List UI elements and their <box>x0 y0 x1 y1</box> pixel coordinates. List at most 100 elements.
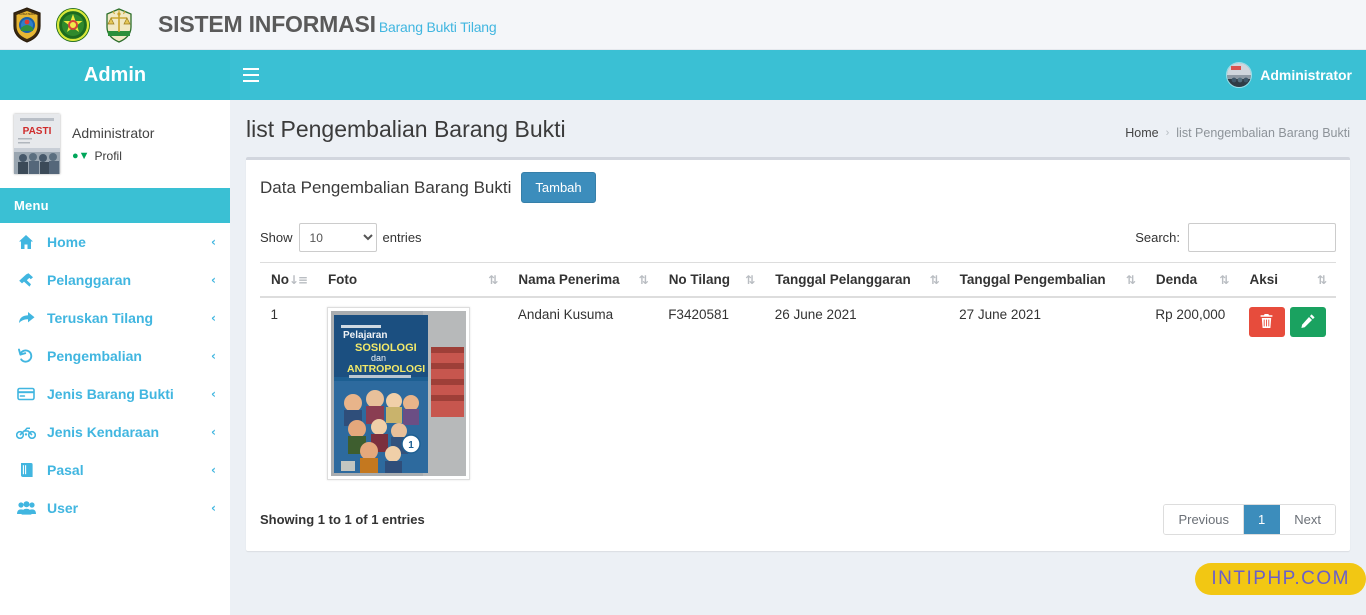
sort-icon: ⇅ <box>1316 272 1327 287</box>
users-icon <box>16 501 36 515</box>
sidebar-item-pelanggaran[interactable]: Pelanggaran ‹ <box>0 261 230 299</box>
breadcrumb: Home › list Pengembalian Barang Bukti <box>1125 126 1350 140</box>
sidebar-profile-link[interactable]: ●▼ Profil <box>72 149 154 163</box>
breadcrumb-home[interactable]: Home <box>1125 126 1158 140</box>
box-body: Show 10 25 50 100 entries Search: <box>246 211 1350 551</box>
entries-label: entries <box>382 230 422 245</box>
add-button[interactable]: Tambah <box>521 172 596 203</box>
sidebar-item-user[interactable]: User ‹ <box>0 489 230 527</box>
page-layout: PASTI Administrator ●▼ Profil Menu Home … <box>0 100 1366 615</box>
edit-button[interactable] <box>1289 307 1326 337</box>
column-header-foto[interactable]: Foto ⇅ <box>316 262 508 298</box>
share-icon <box>16 310 36 326</box>
datatable-controls: Show 10 25 50 100 entries Search: <box>260 217 1336 262</box>
sidebar-item-label: Pengembalian <box>47 348 142 364</box>
breadcrumb-current: list Pengembalian Barang Bukti <box>1176 126 1350 140</box>
svg-text:ANTROPOLOGI: ANTROPOLOGI <box>347 363 425 375</box>
sidebar-menu-header: Menu <box>0 188 230 223</box>
navbar-brand[interactable]: Admin <box>0 50 230 100</box>
column-header-no[interactable]: No ↓≡ <box>260 262 318 298</box>
svg-text:1: 1 <box>409 440 415 451</box>
cell-denda: Rp 200,000 <box>1145 296 1239 492</box>
navbar-user-menu[interactable]: Administrator <box>1226 62 1352 88</box>
sidebar-profile-name: Administrator <box>72 125 155 141</box>
sidebar-item-label: User <box>47 500 79 516</box>
watermark-badge: INTIPHP.COM <box>1195 563 1366 595</box>
sidebar-profile: PASTI Administrator ●▼ Profil <box>0 100 230 188</box>
search-input[interactable] <box>1188 223 1336 252</box>
datatable-info: Showing 1 to 1 of 1 entries <box>260 512 425 527</box>
svg-text:PASTI: PASTI <box>23 126 52 137</box>
sidebar-item-jenis-kendaraan[interactable]: Jenis Kendaraan ‹ <box>0 413 230 451</box>
column-label: No Tilang <box>668 272 730 287</box>
column-header-denda[interactable]: Denda ⇅ <box>1144 262 1239 298</box>
chevron-left-icon: ‹ <box>211 463 216 477</box>
pagination-page-1[interactable]: 1 <box>1244 505 1281 534</box>
table-header-row: No ↓≡ Foto ⇅ Nama Penerima ⇅ No Tilang ⇅… <box>260 262 1336 298</box>
card-icon <box>16 387 36 401</box>
sidebar-item-pasal[interactable]: Pasal ‹ <box>0 451 230 489</box>
chevron-left-icon: ‹ <box>211 349 216 363</box>
sidebar-item-teruskan-tilang[interactable]: Teruskan Tilang ‹ <box>0 299 230 337</box>
svg-text:SUMATERA: SUMATERA <box>19 12 35 16</box>
cell-foto: Pelajaran SOSIOLOGI dan ANTROPOLOGI 1 <box>317 296 508 492</box>
pagination: Previous 1 Next <box>1163 504 1336 535</box>
entries-length-control: Show 10 25 50 100 entries <box>260 223 422 252</box>
entries-select[interactable]: 10 25 50 100 <box>298 223 377 252</box>
brand-bar: SUMATERA SISTEM INFORMASI Barang Bukti Ti… <box>0 0 1366 50</box>
sidebar-profile-photo: PASTI <box>14 114 60 174</box>
pagination-previous[interactable]: Previous <box>1164 505 1245 534</box>
cell-nama-penerima: Andani Kusuma <box>507 296 659 492</box>
avatar <box>1226 62 1253 88</box>
sort-icon: ⇅ <box>745 272 755 287</box>
sidebar-profile-info: Administrator ●▼ Profil <box>72 125 154 163</box>
column-label: No <box>271 272 289 287</box>
sidebar-item-pengembalian[interactable]: Pengembalian ‹ <box>0 337 230 375</box>
home-icon <box>16 234 36 250</box>
delete-button[interactable] <box>1248 307 1285 337</box>
navbar-brand-label: Admin <box>83 63 147 86</box>
sort-icon: ⇅ <box>1125 272 1136 287</box>
sidebar-item-jenis-barang-bukti[interactable]: Jenis Barang Bukti ‹ <box>0 375 230 413</box>
sidebar-toggle-icon[interactable] <box>230 50 272 100</box>
show-label: Show <box>260 230 293 245</box>
column-header-nama-penerima[interactable]: Nama Penerima ⇅ <box>507 262 659 298</box>
column-header-tanggal-pelanggaran[interactable]: Tanggal Pelanggaran ⇅ <box>764 262 950 298</box>
svg-text:dan: dan <box>371 353 386 363</box>
chevron-left-icon: ‹ <box>211 273 216 287</box>
user-icon: ●▼ <box>72 150 90 162</box>
hammer-icon <box>16 272 36 288</box>
column-header-aksi[interactable]: Aksi ⇅ <box>1238 262 1336 298</box>
sidebar-item-label: Home <box>47 234 86 250</box>
sidebar-item-label: Pasal <box>47 462 84 478</box>
pencil-icon <box>1301 313 1315 331</box>
chevron-left-icon: ‹ <box>211 425 216 439</box>
table-body: 1 Pelajaran SOSIOLOGI dan ANTROPOLOGI 1 … <box>260 296 1336 492</box>
column-header-no-tilang[interactable]: No Tilang ⇅ <box>657 262 765 298</box>
sort-icon: ⇅ <box>929 272 940 287</box>
content-header: list Pengembalian Barang Bukti Home › li… <box>246 100 1350 157</box>
system-title-main: SISTEM INFORMASI <box>158 11 376 37</box>
svg-text:Pelajaran: Pelajaran <box>343 330 387 341</box>
cell-no: 1 <box>260 296 318 492</box>
page-title: list Pengembalian Barang Bukti <box>246 116 566 142</box>
column-label: Denda <box>1155 272 1198 287</box>
box-title: Data Pengembalian Barang Bukti <box>260 177 512 197</box>
sort-icon: ⇅ <box>1219 272 1229 287</box>
chevron-left-icon: ‹ <box>211 235 216 249</box>
sidebar-item-home[interactable]: Home ‹ <box>0 223 230 261</box>
column-header-tanggal-pengembalian[interactable]: Tanggal Pengembalian ⇅ <box>948 262 1146 298</box>
navbar-body: Administrator <box>230 50 1366 100</box>
sidebar-item-label: Pelanggaran <box>47 272 132 288</box>
cell-no-tilang: F3420581 <box>658 296 765 492</box>
undo-icon <box>16 348 36 364</box>
pagination-next[interactable]: Next <box>1280 505 1335 534</box>
book-icon <box>16 462 36 478</box>
navbar-user-name: Administrator <box>1260 67 1352 83</box>
evidence-photo-image: Pelajaran SOSIOLOGI dan ANTROPOLOGI 1 <box>331 311 467 476</box>
search-label: Search: <box>1135 230 1180 245</box>
sidebar-profile-link-label: Profil <box>94 149 122 163</box>
box-header: Data Pengembalian Barang Bukti Tambah <box>246 160 1350 211</box>
datatable-footer: Showing 1 to 1 of 1 entries Previous 1 N… <box>260 492 1336 539</box>
evidence-photo-thumbnail[interactable]: Pelajaran SOSIOLOGI dan ANTROPOLOGI 1 <box>327 307 471 480</box>
